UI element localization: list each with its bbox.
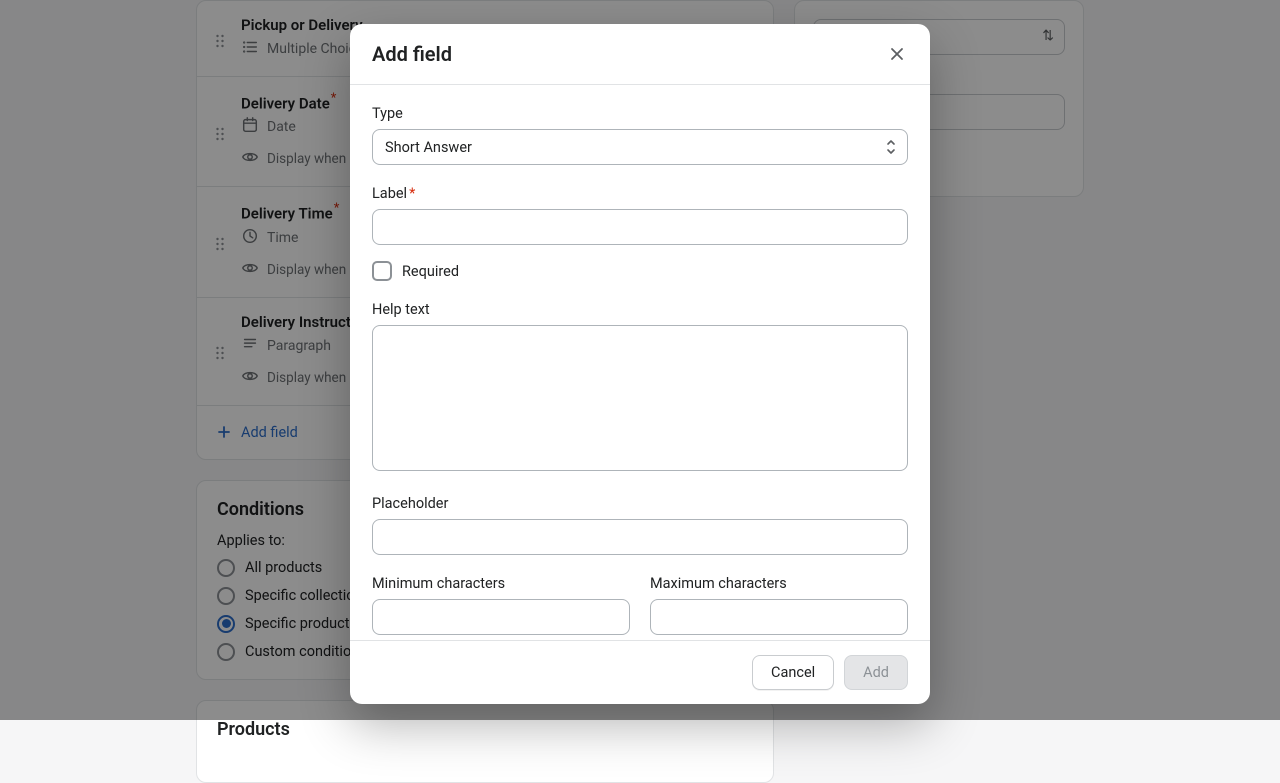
label-label: Label* bbox=[372, 185, 908, 202]
min-chars-label: Minimum characters bbox=[372, 575, 630, 592]
placeholder-label: Placeholder bbox=[372, 495, 908, 512]
close-button[interactable] bbox=[886, 43, 908, 65]
modal-overlay: Add field Type Short Answer Label* bbox=[0, 0, 1280, 720]
close-icon bbox=[890, 47, 904, 61]
cancel-button[interactable]: Cancel bbox=[752, 655, 834, 690]
required-label: Required bbox=[402, 263, 459, 280]
help-text-input[interactable] bbox=[372, 325, 908, 471]
min-chars-input[interactable] bbox=[372, 599, 630, 635]
type-select-value: Short Answer bbox=[385, 139, 472, 156]
type-select[interactable]: Short Answer bbox=[372, 129, 908, 165]
label-input[interactable] bbox=[372, 209, 908, 245]
add-button[interactable]: Add bbox=[844, 655, 908, 690]
help-text-label: Help text bbox=[372, 301, 908, 318]
type-label: Type bbox=[372, 105, 908, 122]
max-chars-input[interactable] bbox=[650, 599, 908, 635]
required-checkbox[interactable] bbox=[372, 261, 392, 281]
placeholder-input[interactable] bbox=[372, 519, 908, 555]
max-chars-label: Maximum characters bbox=[650, 575, 908, 592]
modal-title: Add field bbox=[372, 42, 452, 66]
add-field-modal: Add field Type Short Answer Label* bbox=[350, 24, 930, 704]
products-title: Products bbox=[217, 719, 753, 740]
chevron-updown-icon bbox=[885, 138, 897, 160]
